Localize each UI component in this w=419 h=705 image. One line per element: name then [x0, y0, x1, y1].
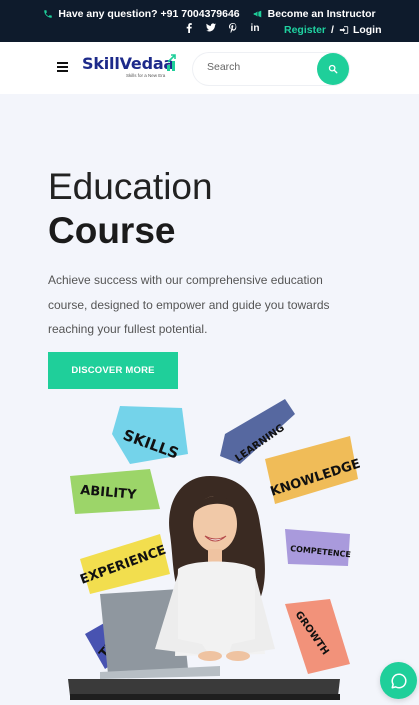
contact-question-text: Have any question? +91 7004379646 [58, 8, 240, 20]
hero-description: Achieve success with our comprehensive e… [48, 273, 330, 336]
top-bar: Have any question? +91 7004379646 Become… [0, 0, 419, 42]
search-input[interactable] [207, 61, 307, 73]
contact-question[interactable]: Have any question? +91 7004379646 [43, 8, 240, 20]
search-button[interactable] [317, 53, 349, 85]
search-icon [328, 64, 338, 74]
auth-separator: / [331, 23, 334, 36]
skillvedaa-logo[interactable]: SkillVedaa Skills for a New Era [82, 54, 180, 86]
twitter-icon[interactable] [206, 23, 216, 36]
logo-arrow-icon [167, 54, 176, 71]
chat-button[interactable] [380, 662, 417, 699]
login-text: Login [352, 23, 382, 36]
discover-more-button[interactable]: DISCOVER MORE [48, 352, 178, 389]
hero-title-line2: Course [48, 210, 176, 251]
top-bar-social-row: in Register / Login [184, 23, 382, 36]
megaphone-icon [253, 10, 261, 18]
phone-icon [44, 10, 53, 18]
facebook-icon[interactable] [184, 23, 194, 36]
logo-tagline: Skills for a New Era [126, 73, 166, 78]
become-instructor-link[interactable]: Become an Instructor [252, 8, 376, 20]
social-links: in [184, 23, 260, 36]
become-instructor-text: Become an Instructor [267, 8, 376, 20]
hamburger-icon[interactable] [57, 62, 68, 72]
pinterest-icon[interactable] [228, 23, 238, 36]
hero-illustration: SKILLS LEARNING ABILITY KNOWLEDGE EXPERI… [68, 399, 360, 700]
top-bar-contact-row: Have any question? +91 7004379646 Become… [0, 8, 419, 20]
hero-title-line1: Education [48, 166, 213, 207]
register-link[interactable]: Register [284, 24, 326, 36]
site-header: SkillVedaa Skills for a New Era [0, 42, 419, 94]
login-icon [339, 25, 349, 34]
linkedin-icon[interactable]: in [250, 23, 260, 36]
chat-icon [391, 672, 407, 688]
login-link[interactable]: Login [339, 24, 382, 36]
